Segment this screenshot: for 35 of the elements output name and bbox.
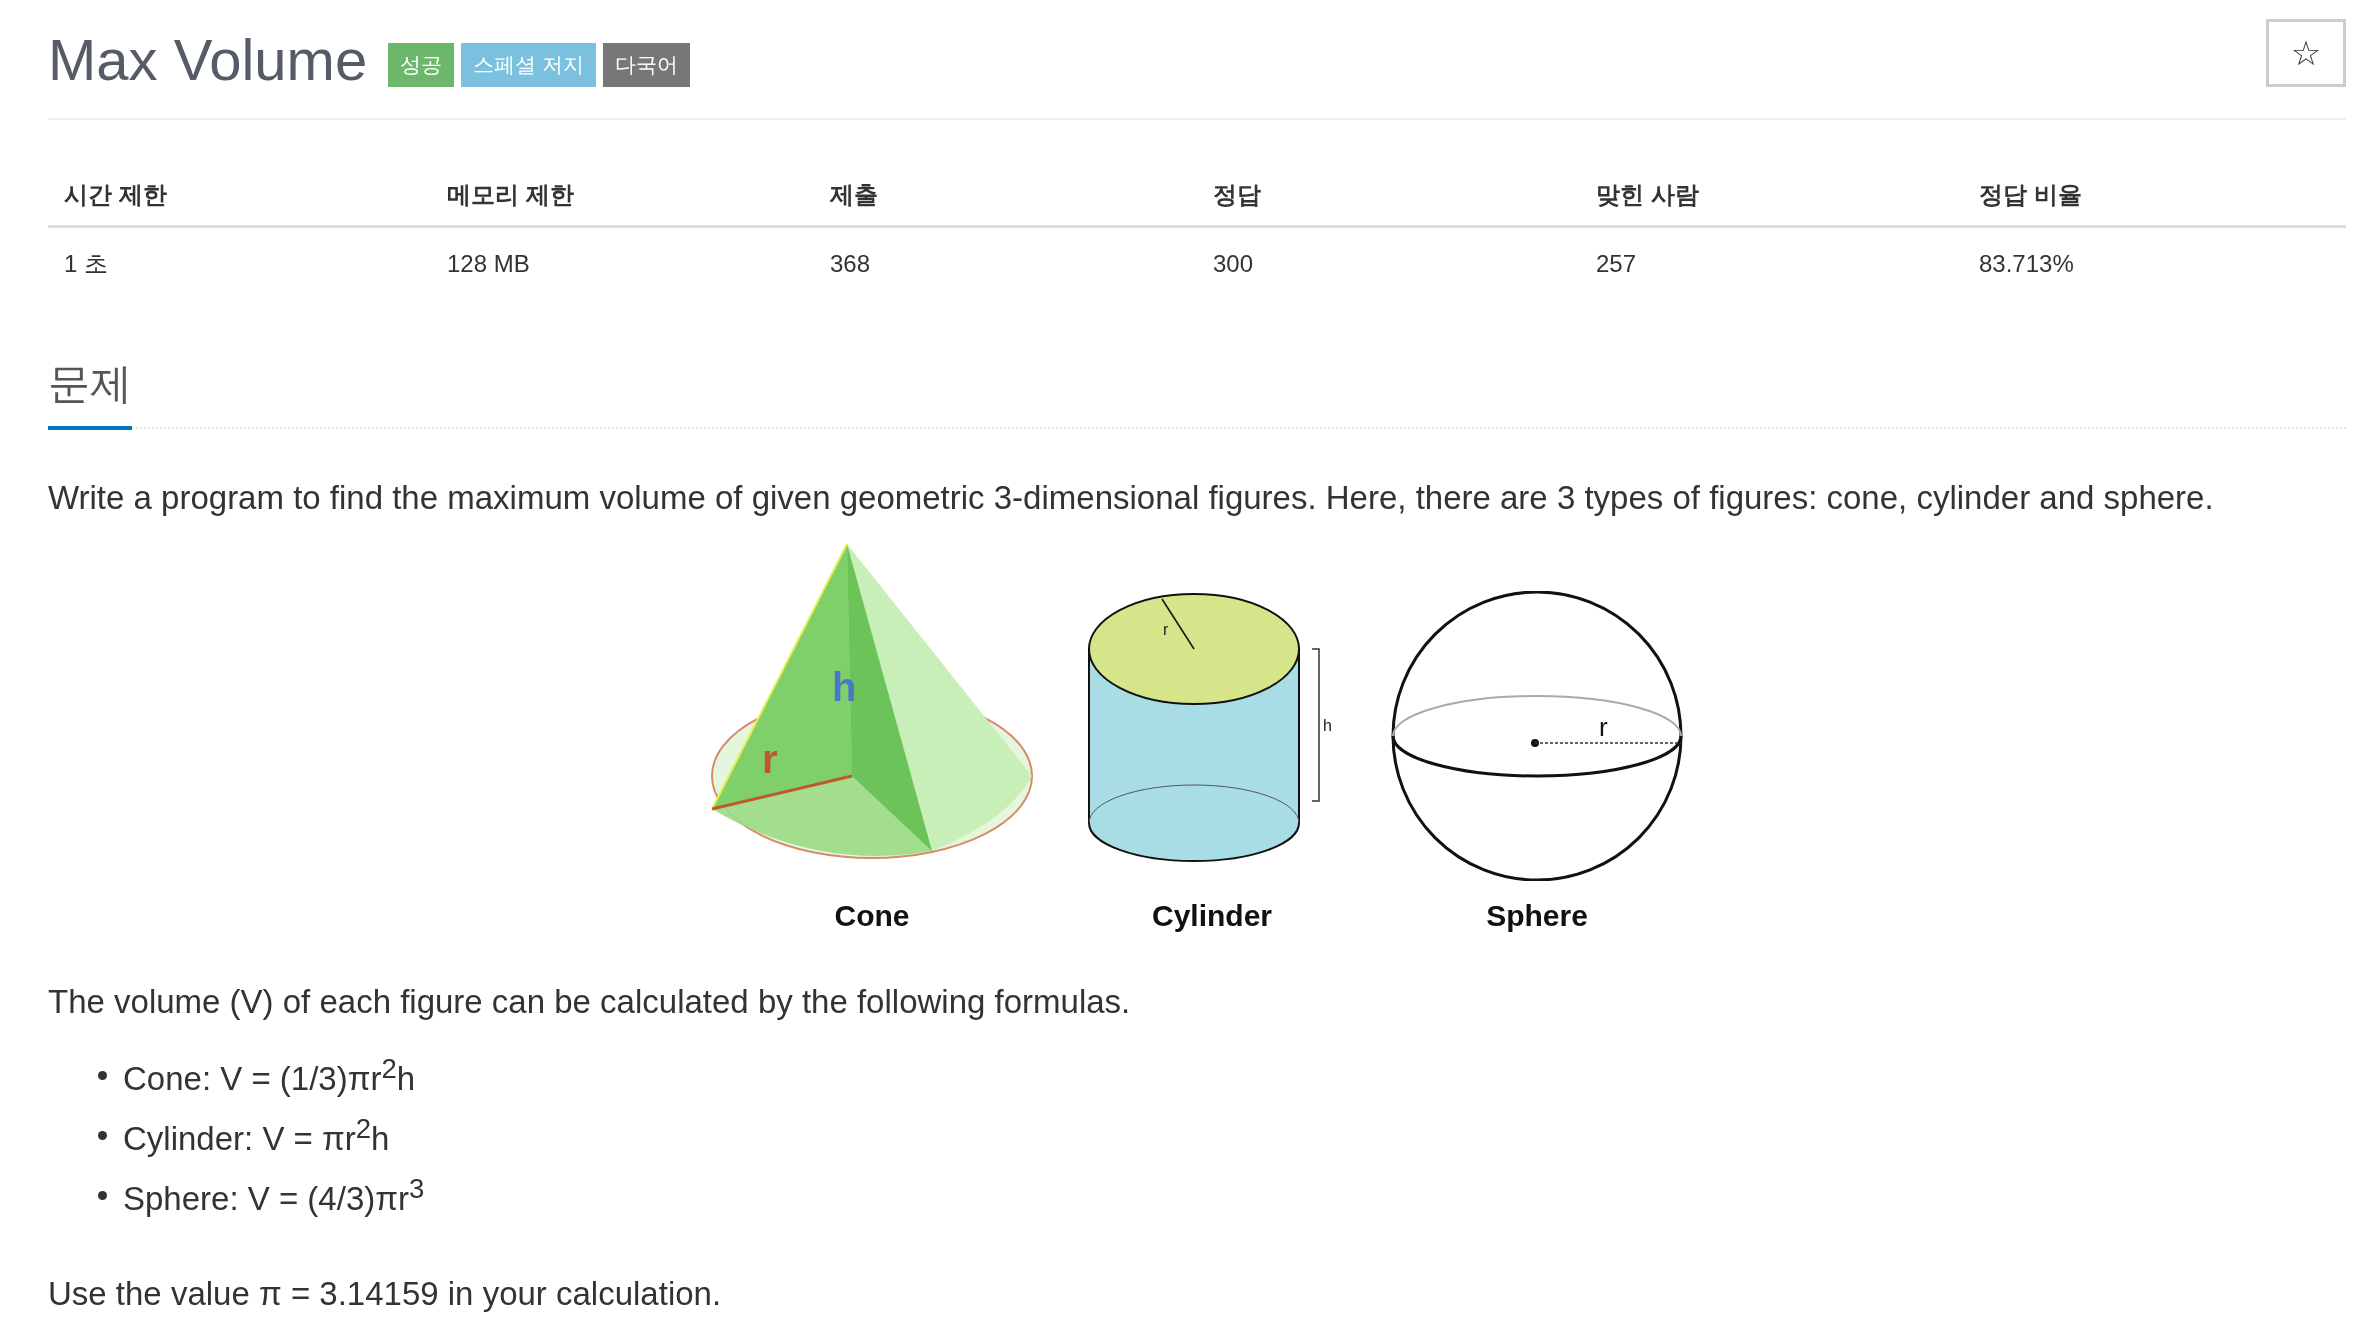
column-header: 메모리 제한 (431, 165, 814, 227)
section-heading: 문제 (48, 356, 132, 430)
column-header: 제출 (814, 165, 1197, 227)
table-cell: 368 (814, 226, 1197, 300)
problem-title: Max Volume (48, 25, 368, 93)
column-header: 맞힌 사람 (1580, 165, 1963, 227)
table-cell: 1 초 (48, 226, 431, 300)
table-cell: 257 (1580, 226, 1963, 300)
radius-label: r (762, 737, 778, 781)
note-text: Use the value π = 3.14159 in your calculation. (48, 1275, 723, 1313)
table-cell: 83.713% (1963, 226, 2346, 300)
column-header: 시간 제한 (48, 165, 431, 227)
column-header: 정답 비율 (1963, 165, 2346, 227)
height-label: h (1323, 717, 1332, 734)
formula-text: Cone: V = (1/3)πr$^{2}$h (123, 1052, 416, 1098)
formula-text: Cylinder: V = πr$^{2}$h (123, 1112, 390, 1158)
height-label: h (832, 665, 857, 709)
formula-text: Sphere: V = (4/3)πr$^{3}$ (123, 1172, 425, 1218)
formulas-intro: The volume (V) of each figure can be calculated by the following formulas. (48, 983, 1132, 1021)
bullet-icon (98, 1130, 107, 1140)
figure-caption: Sphere (1486, 899, 1588, 933)
table-cell: 300 (1197, 226, 1580, 300)
table-cell: 128 MB (431, 226, 814, 300)
figure-caption: Cylinder (1152, 899, 1272, 933)
status-label: 성공 (388, 43, 455, 87)
problem-description: Write a program to find the maximum volume of given geometric 3-dimensional figures. Here, there are 3 types of figures: cone, cylinder and sphere. (48, 479, 2215, 517)
status-label: 다국어 (603, 43, 690, 87)
figure-caption: Cone (834, 899, 910, 933)
favorite-button[interactable]: ☆ (2266, 19, 2346, 87)
radius-label: r (1599, 712, 1608, 742)
radius-label: r (1163, 621, 1169, 638)
bullet-icon (98, 1190, 107, 1200)
column-header: 정답 (1197, 165, 1580, 227)
bullet-icon (98, 1070, 107, 1080)
status-label: 스페셜 저지 (461, 43, 596, 87)
